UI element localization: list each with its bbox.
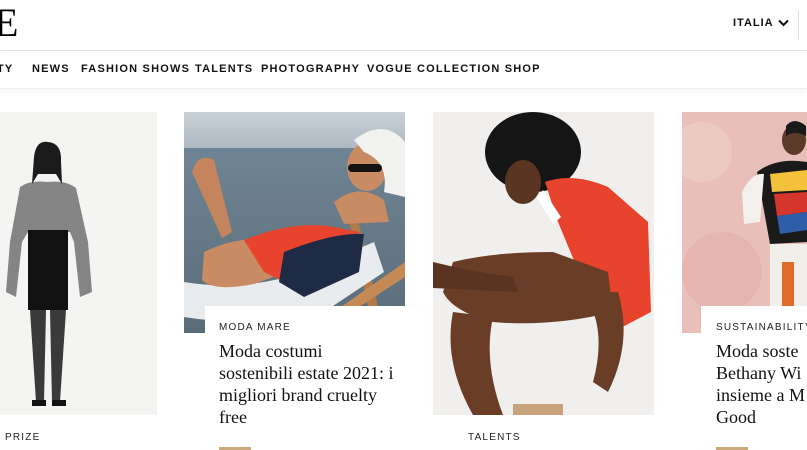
headline-line: insieme a M [716, 385, 805, 405]
headline-line: Good [716, 407, 756, 427]
headline-line: sostenibili estate 2021: i [219, 363, 394, 383]
headline-line: Moda costumi [219, 341, 323, 361]
header-divider [798, 10, 799, 40]
card-category[interactable]: TALENTS [468, 432, 521, 443]
card-caption: SUSTAINABILITY Moda soste Bethany Wi ins… [701, 306, 807, 450]
patterned-knit-model-image [682, 112, 807, 333]
card-image-red-swimsuit[interactable] [433, 112, 654, 415]
card-caption: TALENTS [453, 418, 643, 450]
main-nav: TY NEWS FASHION SHOWS TALENTS PHOTOGRAPH… [0, 51, 807, 89]
card-headline[interactable]: Moda soste Bethany Wi insieme a M Good [716, 340, 807, 428]
nav-item-news[interactable]: NEWS [32, 63, 70, 75]
red-swimsuit-model-image [433, 112, 654, 415]
nav-item-fashion-shows[interactable]: FASHION SHOWS [81, 63, 190, 75]
nav-item-beauty[interactable]: TY [0, 63, 13, 75]
card-category[interactable]: PRIZE [5, 432, 40, 443]
edition-label: ITALIA [733, 17, 774, 29]
headline-line: free [219, 407, 247, 427]
headline-line: Moda soste [716, 341, 799, 361]
card-caption: PRIZE [0, 418, 157, 450]
card-headline[interactable]: Moda costumi sostenibili estate 2021: i … [219, 340, 414, 428]
headline-line: migliori brand cruelty [219, 385, 377, 405]
swimsuit-sunbather-image [184, 112, 405, 333]
nav-item-photography[interactable]: PHOTOGRAPHY [261, 63, 360, 75]
card-image-patterned-knit[interactable] [682, 112, 807, 333]
card-image-swimsuit[interactable] [184, 112, 405, 333]
card-category[interactable]: SUSTAINABILITY [716, 322, 807, 333]
vogue-logo[interactable]: E [0, 3, 18, 43]
chevron-down-icon [777, 19, 789, 27]
headline-line: Bethany Wi [716, 363, 802, 383]
edition-selector[interactable]: ITALIA [733, 17, 789, 29]
nav-item-talents[interactable]: TALENTS [195, 63, 253, 75]
card-image-model-black-outfit[interactable] [0, 112, 157, 415]
card-category[interactable]: MODA MARE [219, 322, 291, 333]
card-caption: MODA MARE Moda costumi sostenibili estat… [205, 306, 415, 450]
site-header: E ITALIA [0, 0, 807, 51]
nav-item-vogue-collection-shop[interactable]: VOGUE COLLECTION SHOP [367, 63, 541, 75]
model-black-outfit-image [0, 112, 157, 415]
